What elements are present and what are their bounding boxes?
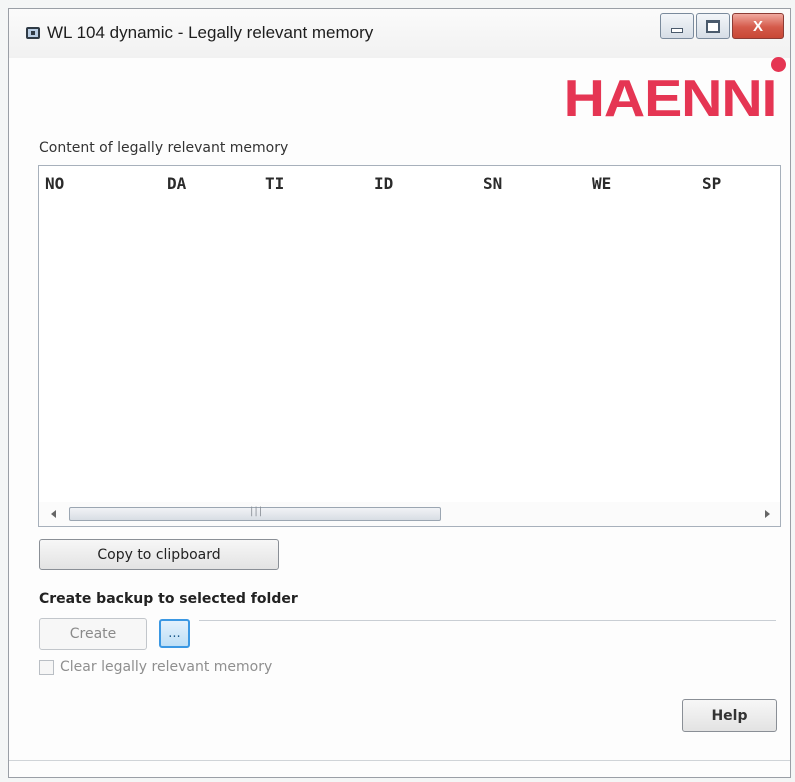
clear-memory-checkbox[interactable] bbox=[39, 659, 54, 675]
browse-folder-button[interactable]: ... bbox=[159, 619, 190, 648]
copy-to-clipboard-button[interactable]: Copy to clipboard bbox=[39, 539, 279, 570]
app-window: WL 104 dynamic - Legally relevant memory… bbox=[8, 8, 791, 778]
memory-section-label: Content of legally relevant memory bbox=[39, 140, 289, 156]
maximize-button[interactable] bbox=[696, 13, 730, 39]
status-bar-divider bbox=[9, 760, 790, 761]
window-controls: X bbox=[658, 13, 784, 39]
clear-memory-option[interactable]: Clear legally relevant memory bbox=[39, 659, 272, 675]
column-header-id[interactable]: ID bbox=[374, 174, 393, 193]
scroll-right-icon[interactable] bbox=[765, 510, 770, 518]
close-icon: X bbox=[752, 17, 763, 35]
scroll-thumb[interactable] bbox=[69, 506, 441, 521]
horizontal-scrollbar[interactable] bbox=[39, 502, 780, 526]
backup-section-label: Create backup to selected folder bbox=[39, 591, 298, 607]
column-header-sp[interactable]: SP bbox=[702, 174, 721, 193]
create-backup-button[interactable]: Create bbox=[39, 618, 147, 650]
column-header-ti[interactable]: TI bbox=[265, 174, 284, 193]
logo-dot bbox=[771, 57, 786, 72]
title-bar[interactable]: WL 104 dynamic - Legally relevant memory… bbox=[9, 9, 790, 58]
close-button[interactable]: X bbox=[732, 13, 784, 39]
app-icon bbox=[26, 27, 40, 39]
memory-list[interactable]: NO DA TI ID SN WE SP bbox=[38, 165, 781, 527]
backup-separator bbox=[199, 620, 776, 621]
haenni-logo: HAENNI bbox=[563, 70, 777, 128]
column-header-no[interactable]: NO bbox=[45, 174, 64, 193]
clear-memory-label: Clear legally relevant memory bbox=[60, 659, 273, 675]
window-title: WL 104 dynamic - Legally relevant memory bbox=[47, 23, 374, 42]
column-header-sn[interactable]: SN bbox=[483, 174, 502, 193]
scroll-left-icon[interactable] bbox=[51, 510, 56, 518]
column-header-we[interactable]: WE bbox=[592, 174, 611, 193]
column-header-da[interactable]: DA bbox=[167, 174, 186, 193]
minimize-button[interactable] bbox=[660, 13, 694, 39]
help-button[interactable]: Help bbox=[682, 699, 777, 732]
